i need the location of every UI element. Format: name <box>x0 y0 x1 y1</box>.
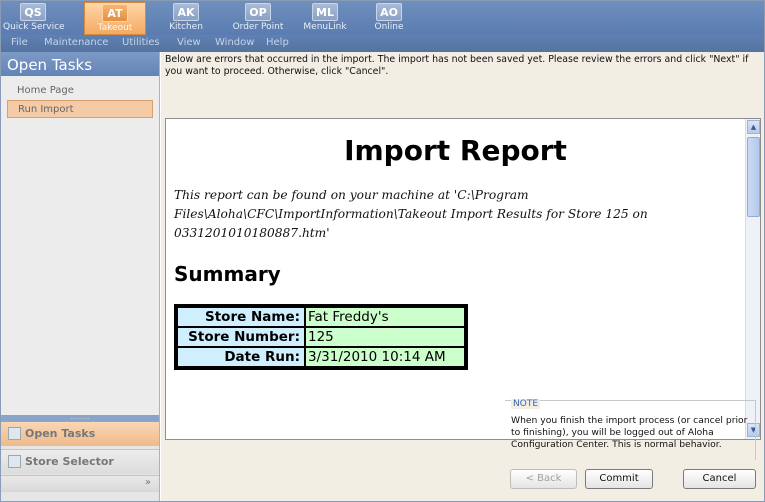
menu-file[interactable]: File <box>11 37 28 48</box>
app-abbr: AK <box>173 3 199 21</box>
store-icon <box>8 455 21 468</box>
menu-maintenance[interactable]: Maintenance <box>44 37 108 48</box>
menu-bar: File Maintenance Utilities View Window H… <box>1 35 764 52</box>
app-label: Quick Service <box>3 22 65 32</box>
date-run-value: 3/31/2010 10:14 AM <box>305 347 465 367</box>
note-text: When you finish the import process (or c… <box>511 415 748 450</box>
back-button[interactable]: < Back <box>510 469 577 489</box>
app-label: MenuLink <box>303 22 347 32</box>
tasks-icon <box>8 427 21 440</box>
report-scrollbar[interactable]: ▲ ▼ <box>745 119 760 439</box>
summary-heading: Summary <box>174 262 281 286</box>
pane-label: Open Tasks <box>25 427 96 440</box>
app-abbr: AT <box>102 4 128 22</box>
app-kitchen[interactable]: AK Kitchen <box>164 3 208 35</box>
app-abbr: AO <box>376 3 402 21</box>
app-switcher: QS Quick Service AT Takeout AK Kitchen O… <box>1 1 764 35</box>
sidebar-item-home-page[interactable]: Home Page <box>7 82 153 100</box>
store-number-label: Store Number: <box>177 327 305 347</box>
cancel-button[interactable]: Cancel <box>683 469 756 489</box>
instruction-message: Below are errors that occurred in the im… <box>165 54 749 77</box>
app-online[interactable]: AO Online <box>369 3 409 35</box>
app-abbr: OP <box>245 3 271 21</box>
app-label: Takeout <box>97 23 133 33</box>
store-number-value: 125 <box>305 327 465 347</box>
report-content: Import Report This report can be found o… <box>166 119 745 439</box>
open-tasks-pane-button[interactable]: Open Tasks <box>1 421 159 446</box>
sidebar: Open Tasks Home Page Run Import ........… <box>1 52 160 501</box>
app-menulink[interactable]: ML MenuLink <box>299 3 351 35</box>
scrollbar-thumb[interactable] <box>747 137 760 217</box>
app-quick-service[interactable]: QS Quick Service <box>3 3 65 35</box>
commit-button[interactable]: Commit <box>585 469 653 489</box>
app-label: Kitchen <box>169 22 203 32</box>
app-takeout[interactable]: AT Takeout <box>84 2 146 35</box>
sidebar-item-run-import[interactable]: Run Import <box>7 100 153 118</box>
chevron-double-right-icon: » <box>144 477 151 488</box>
application-window: QS Quick Service AT Takeout AK Kitchen O… <box>0 0 765 502</box>
import-report-view[interactable]: Import Report This report can be found o… <box>165 118 761 440</box>
app-label: Order Point <box>232 22 284 32</box>
sidebar-title: Open Tasks <box>1 52 159 76</box>
main-panel: Below are errors that occurred in the im… <box>161 52 764 501</box>
menu-view[interactable]: View <box>177 37 201 48</box>
table-row: Store Name: Fat Freddy's <box>177 307 465 327</box>
report-path-note: This report can be found on your machine… <box>174 188 648 240</box>
date-run-label: Date Run: <box>177 347 305 367</box>
report-title: Import Report <box>344 134 567 167</box>
note-box: NOTE When you finish the import process … <box>505 399 756 460</box>
app-label: Online <box>374 22 404 32</box>
menu-help[interactable]: Help <box>266 37 289 48</box>
menu-window[interactable]: Window <box>215 37 254 48</box>
store-selector-pane-button[interactable]: Store Selector <box>1 449 159 474</box>
app-abbr: ML <box>312 3 338 21</box>
table-row: Store Number: 125 <box>177 327 465 347</box>
store-name-label: Store Name: <box>177 307 305 327</box>
app-order-point[interactable]: OP Order Point <box>229 3 287 35</box>
summary-table: Store Name: Fat Freddy's Store Number: 1… <box>174 304 468 370</box>
table-row: Date Run: 3/31/2010 10:14 AM <box>177 347 465 367</box>
store-name-value: Fat Freddy's <box>305 307 465 327</box>
task-list: Home Page Run Import <box>1 76 159 416</box>
app-abbr: QS <box>20 3 46 21</box>
pane-label: Store Selector <box>25 455 114 468</box>
menu-utilities[interactable]: Utilities <box>122 37 160 48</box>
arrow-up-icon[interactable]: ▲ <box>747 120 760 134</box>
pane-overflow-button[interactable]: » <box>1 475 159 492</box>
note-label: NOTE <box>511 399 541 409</box>
